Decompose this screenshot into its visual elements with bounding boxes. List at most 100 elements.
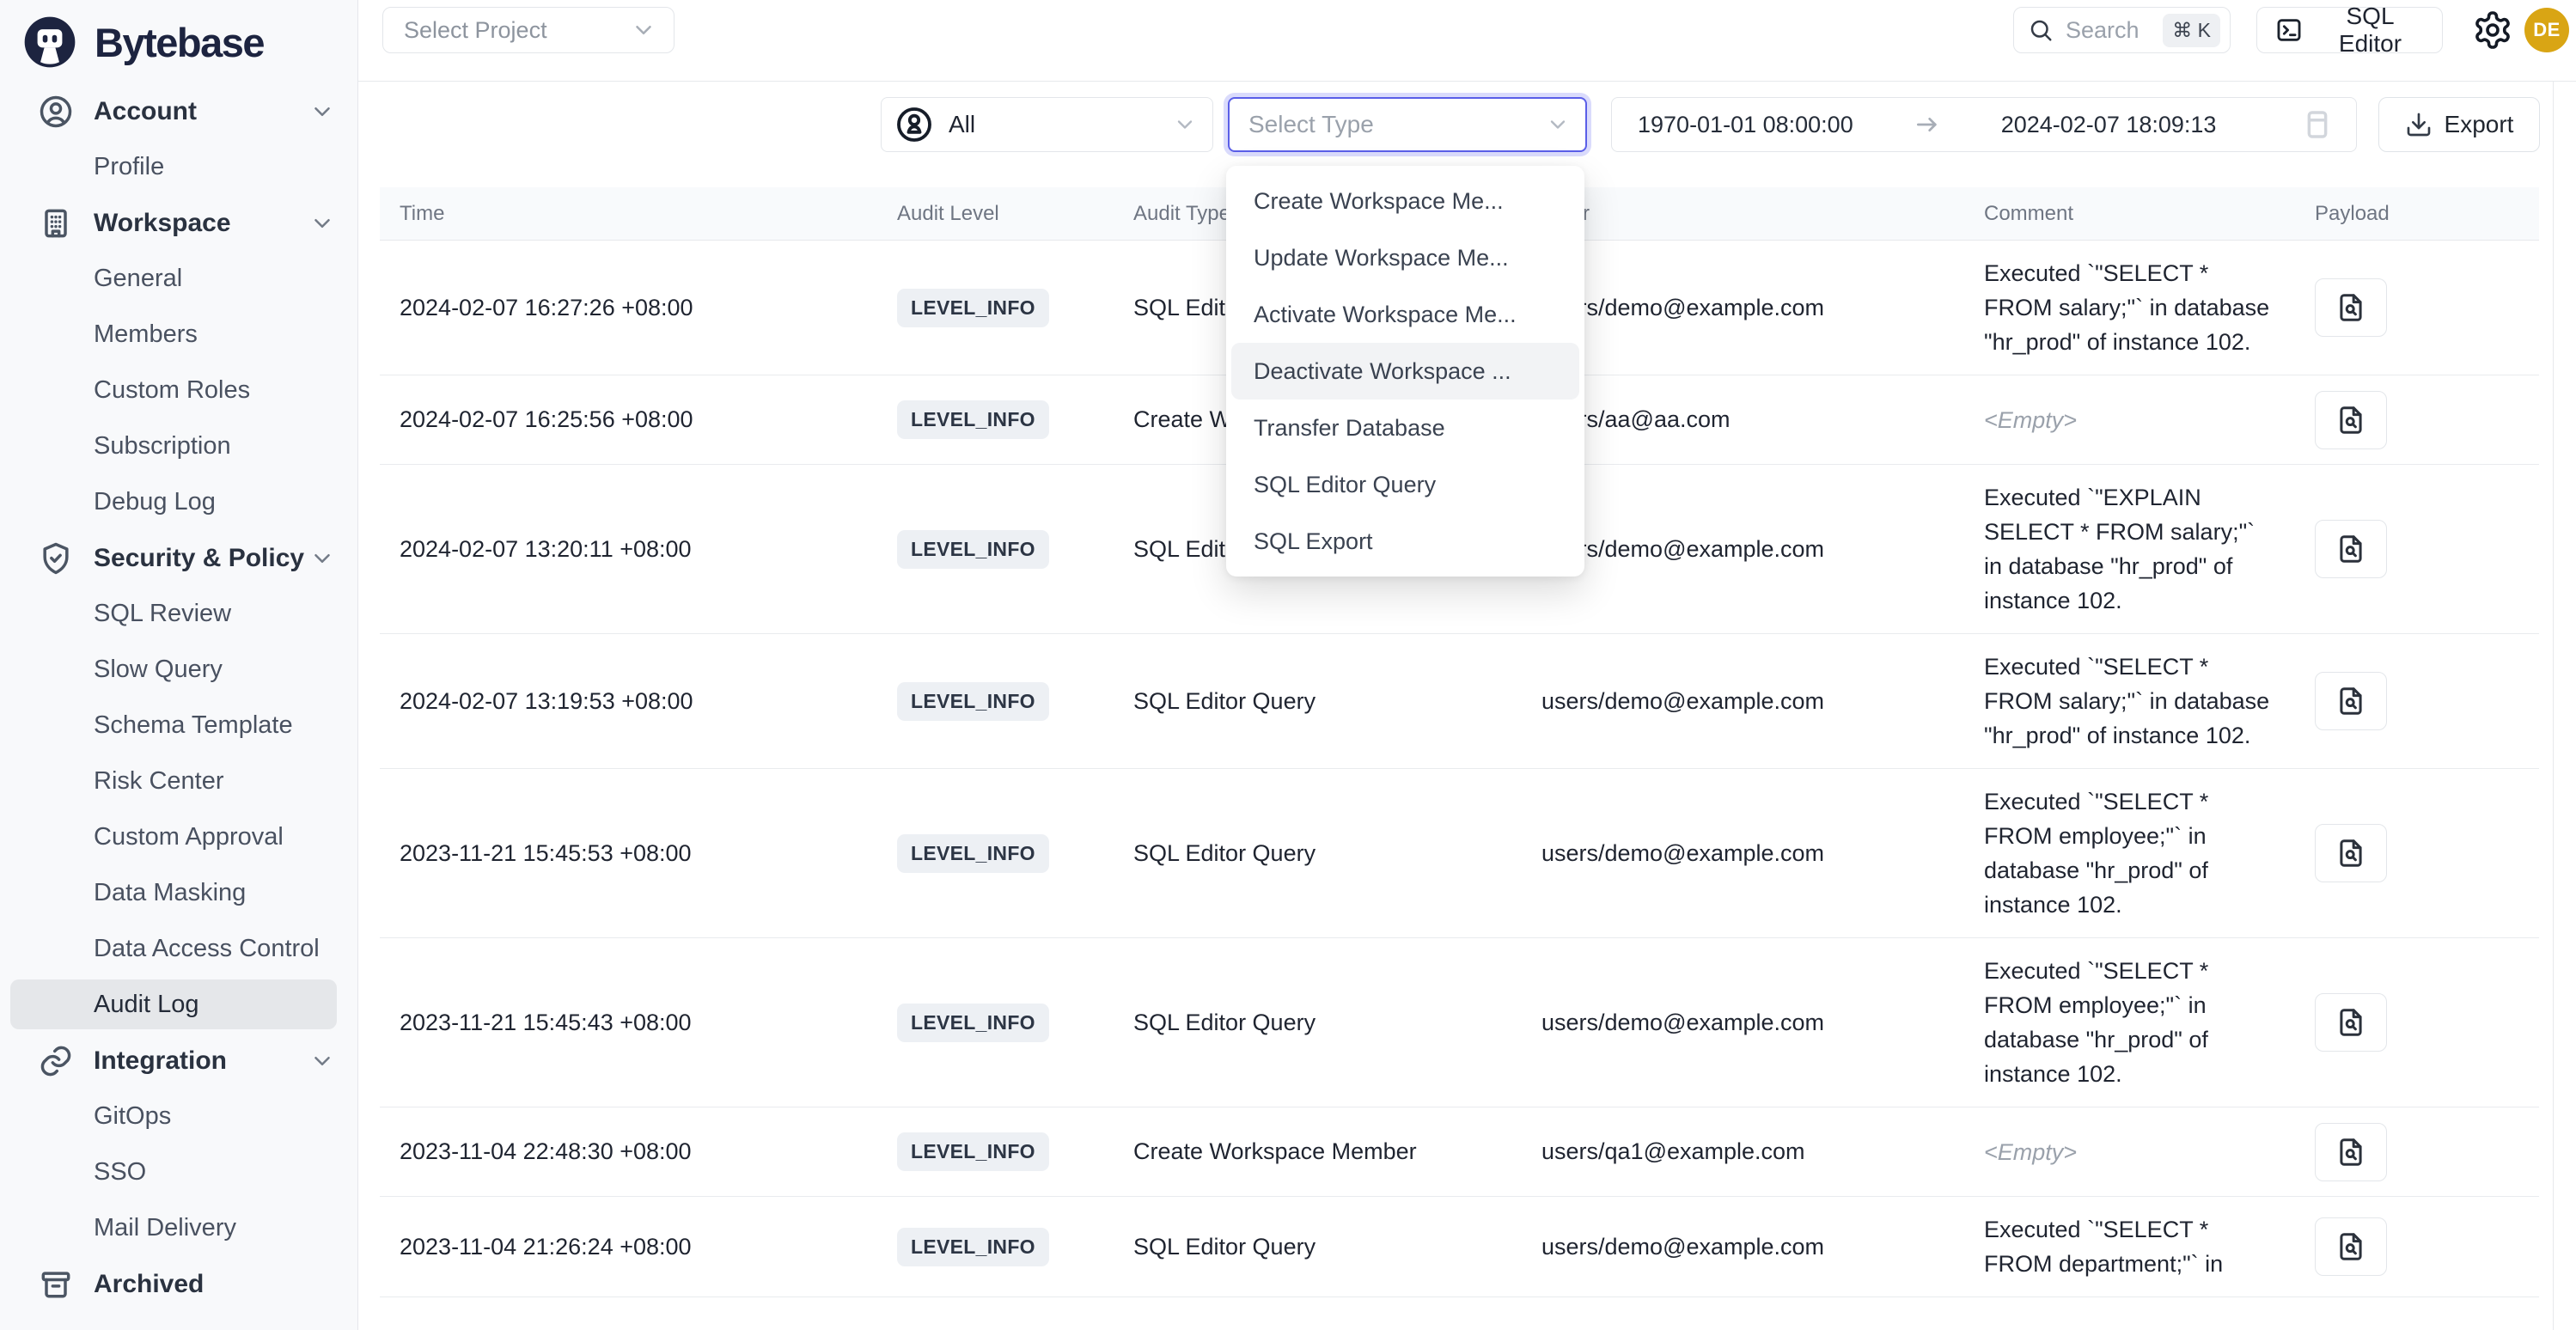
- payload-view-button[interactable]: [2315, 278, 2387, 337]
- sidebar-item-general[interactable]: General: [0, 251, 357, 307]
- arrow-right-icon: [1914, 111, 1941, 138]
- sidebar-item-label: Debug Log: [94, 488, 216, 516]
- sidebar-item-label: Data Masking: [94, 879, 246, 907]
- sidebar-item-profile[interactable]: Profile: [0, 139, 357, 195]
- export-label: Export: [2445, 111, 2514, 138]
- menu-item-activate-workspace-me[interactable]: Activate Workspace Me...: [1231, 286, 1579, 343]
- brand[interactable]: Bytebase: [0, 0, 357, 70]
- topbar: Select Project Search ⌘ K SQL Editor DE: [358, 0, 2576, 82]
- menu-item-create-workspace-me[interactable]: Create Workspace Me...: [1231, 173, 1579, 229]
- sidebar-item-label: Schema Template: [94, 711, 293, 740]
- audit-comment: Executed `"SELECT * FROM employee;"` in …: [1984, 789, 2208, 918]
- bytebase-logo-icon: [22, 15, 77, 70]
- sidebar-item-members[interactable]: Members: [0, 307, 357, 363]
- settings-gear-icon[interactable]: [2472, 9, 2513, 51]
- sidebar-item-risk-center[interactable]: Risk Center: [0, 753, 357, 809]
- audit-comment: Executed `"SELECT * FROM salary;"` in da…: [1984, 260, 2269, 355]
- audit-actor: users/demo@example.com: [1523, 840, 1965, 867]
- menu-item-deactivate-workspace[interactable]: Deactivate Workspace ...: [1231, 343, 1579, 400]
- sidebar-item-subscription[interactable]: Subscription: [0, 418, 357, 474]
- sidebar-item-audit-log[interactable]: Audit Log: [10, 979, 337, 1029]
- scrollbar-track[interactable]: [2553, 82, 2576, 1330]
- brand-name: Bytebase: [95, 19, 264, 66]
- sidebar-item-account[interactable]: Account: [0, 83, 357, 139]
- sidebar-nav: AccountProfileWorkspace General Members Cus…: [0, 83, 357, 1312]
- menu-item-transfer-database[interactable]: Transfer Database: [1231, 400, 1579, 456]
- export-button[interactable]: Export: [2378, 97, 2540, 152]
- sidebar-item-archived[interactable]: Archived: [0, 1256, 357, 1312]
- sidebar-item-slow-query[interactable]: Slow Query: [0, 642, 357, 698]
- col-header-time: Time: [380, 202, 878, 226]
- menu-item-update-workspace-me[interactable]: Update Workspace Me...: [1231, 229, 1579, 286]
- table-row: 2023-11-21 15:45:53 +08:00LEVEL_INFOSQL …: [380, 769, 2539, 938]
- col-header-payload: Payload: [2296, 202, 2539, 226]
- table-row: 2023-11-21 15:45:43 +08:00LEVEL_INFOSQL …: [380, 938, 2539, 1107]
- sidebar-item-label: Audit Log: [94, 991, 199, 1019]
- payload-view-button[interactable]: [2315, 520, 2387, 578]
- user-filter-icon: [894, 105, 934, 144]
- file-search-icon: [2335, 685, 2367, 717]
- chevron-down-icon: [309, 546, 335, 571]
- search-icon: [2028, 17, 2054, 43]
- date-range-picker[interactable]: 1970-01-01 08:00:00 2024-02-07 18:09:13: [1611, 97, 2357, 152]
- menu-item-sql-editor-query[interactable]: SQL Editor Query: [1231, 456, 1579, 513]
- audit-time: 2023-11-21 15:45:53 +08:00: [380, 840, 878, 867]
- sidebar-item-sql-review[interactable]: SQL Review: [0, 586, 357, 642]
- audit-type: SQL Editor Query: [1114, 688, 1523, 715]
- file-search-icon: [2335, 837, 2367, 869]
- audit-time: 2023-11-04 22:48:30 +08:00: [380, 1138, 878, 1165]
- calendar-icon: [2299, 107, 2335, 143]
- sidebar-item-workspace[interactable]: Workspace: [0, 195, 357, 251]
- table-row: 2023-11-04 22:48:30 +08:00LEVEL_INFOCrea…: [380, 1107, 2539, 1197]
- audit-level-badge: LEVEL_INFO: [897, 400, 1049, 439]
- payload-view-button[interactable]: [2315, 1217, 2387, 1276]
- audit-level-badge: LEVEL_INFO: [897, 1132, 1049, 1171]
- payload-view-button[interactable]: [2315, 824, 2387, 882]
- file-search-icon: [2335, 404, 2367, 436]
- terminal-icon: [2274, 15, 2304, 45]
- date-to-value: 2024-02-07 18:09:13: [2001, 112, 2217, 138]
- sidebar-item-label: General: [94, 265, 182, 293]
- payload-view-button[interactable]: [2315, 391, 2387, 449]
- file-search-icon: [2335, 533, 2367, 565]
- link-icon: [37, 1042, 75, 1080]
- payload-view-button[interactable]: [2315, 993, 2387, 1052]
- sidebar-item-label: Mail Delivery: [94, 1214, 236, 1242]
- sidebar-item-data-access-control[interactable]: Data Access Control: [0, 921, 357, 977]
- sidebar-item-sso[interactable]: SSO: [0, 1144, 357, 1200]
- sidebar: Bytebase AccountProfileWorkspace General M…: [0, 0, 358, 1330]
- sidebar-item-mail-delivery[interactable]: Mail Delivery: [0, 1200, 357, 1256]
- search-input[interactable]: Search ⌘ K: [2013, 7, 2231, 53]
- chevron-down-icon: [1173, 113, 1197, 137]
- project-select[interactable]: Select Project: [382, 7, 675, 53]
- sql-editor-label: SQL Editor: [2316, 3, 2425, 58]
- sidebar-item-custom-approval[interactable]: Custom Approval: [0, 809, 357, 865]
- type-filter-placeholder: Select Type: [1248, 111, 1374, 138]
- audit-actor: users/demo@example.com: [1523, 536, 1965, 563]
- sidebar-item-schema-template[interactable]: Schema Template: [0, 698, 357, 753]
- building-icon: [37, 204, 75, 242]
- sidebar-item-label: Integration: [94, 1046, 227, 1076]
- sidebar-item-gitops[interactable]: GitOps: [0, 1089, 357, 1144]
- sql-editor-button[interactable]: SQL Editor: [2256, 7, 2443, 53]
- sidebar-item-debug-log[interactable]: Debug Log: [0, 474, 357, 530]
- payload-view-button[interactable]: [2315, 1123, 2387, 1181]
- audit-comment-empty: <Empty>: [1984, 407, 2077, 433]
- actor-filter-select[interactable]: All: [881, 97, 1213, 152]
- user-avatar[interactable]: DE: [2524, 8, 2569, 52]
- payload-view-button[interactable]: [2315, 672, 2387, 730]
- menu-item-sql-export[interactable]: SQL Export: [1231, 513, 1579, 570]
- download-icon: [2405, 111, 2433, 138]
- audit-actor: users/demo@example.com: [1523, 295, 1965, 321]
- chevron-down-icon: [309, 99, 335, 125]
- type-filter-select[interactable]: Select Type: [1228, 97, 1587, 152]
- sidebar-item-data-masking[interactable]: Data Masking: [0, 865, 357, 921]
- audit-time: 2024-02-07 16:27:26 +08:00: [380, 295, 878, 321]
- audit-time: 2024-02-07 13:19:53 +08:00: [380, 688, 878, 715]
- audit-actor: users/demo@example.com: [1523, 688, 1965, 715]
- sidebar-item-integration[interactable]: Integration: [0, 1033, 357, 1089]
- sidebar-item-label: Risk Center: [94, 767, 224, 796]
- sidebar-item-security-policy[interactable]: Security & Policy: [0, 530, 357, 586]
- sidebar-item-custom-roles[interactable]: Custom Roles: [0, 363, 357, 418]
- sidebar-item-label: Members: [94, 320, 198, 349]
